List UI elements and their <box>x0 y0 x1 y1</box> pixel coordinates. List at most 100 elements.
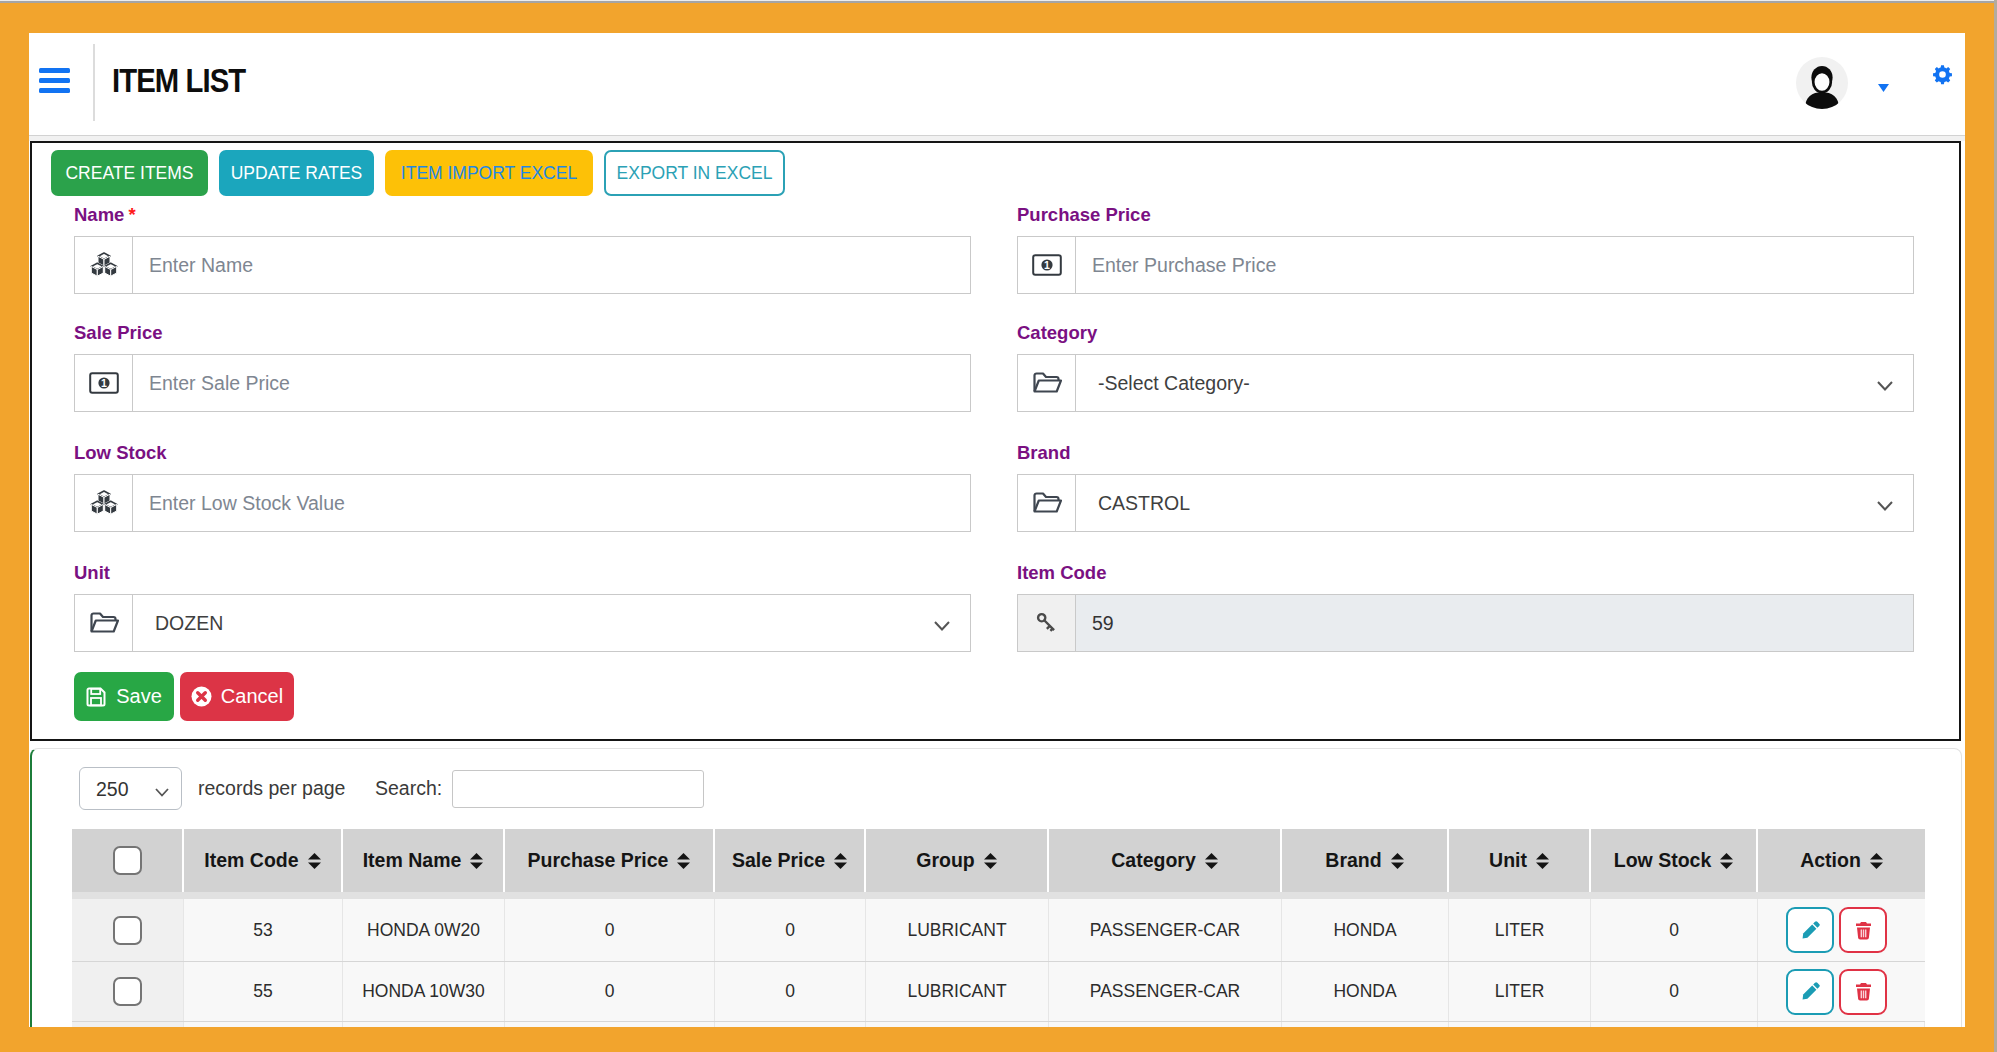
search-label: Search: <box>375 777 442 800</box>
cell-item-name: HONDA 0W20 <box>343 899 505 961</box>
sort-icon <box>308 853 321 869</box>
topbar: ITEM LIST <box>29 33 1965 135</box>
cell-sale-price: 0 <box>715 899 866 961</box>
item-import-excel-button[interactable]: ITEM IMPORT EXCEL <box>385 150 593 196</box>
search-input[interactable] <box>452 770 704 808</box>
table-row: 55 HONDA 10W30 0 0 LUBRICANT PASSENGER-C… <box>72 962 1925 1022</box>
cell-brand: HONDA <box>1282 899 1449 961</box>
table-row: 53 HONDA 0W20 0 0 LUBRICANT PASSENGER-CA… <box>72 899 1925 962</box>
cell-action <box>1758 962 1925 1021</box>
unit-select[interactable]: DOZEN <box>133 595 970 651</box>
cubes-icon <box>75 475 133 531</box>
topbar-divider <box>93 44 95 121</box>
item-code-group <box>1017 594 1914 652</box>
table-row-partial <box>72 1022 1925 1027</box>
update-rates-button[interactable]: UPDATE RATES <box>219 150 374 196</box>
edit-button[interactable] <box>1786 907 1834 953</box>
pencil-icon <box>1801 982 1820 1001</box>
name-label: Name* <box>74 204 136 226</box>
user-menu-caret-icon[interactable] <box>1878 78 1891 87</box>
create-items-button[interactable]: CREATE ITEMS <box>51 150 208 196</box>
column-header-item-name[interactable]: Item Name <box>343 829 505 892</box>
column-header-label: Item Name <box>363 849 462 872</box>
items-table-card: 250 records per page Search: Item Code I… <box>30 748 1962 1027</box>
column-header-action[interactable]: Action <box>1758 829 1925 892</box>
purchase-price-input-group: 1 <box>1017 236 1914 294</box>
column-header-label: Purchase Price <box>528 849 669 872</box>
category-select-group: -Select Category- <box>1017 354 1914 412</box>
save-button[interactable]: Save <box>74 672 174 721</box>
items-table: Item Code Item Name Purchase Price Sale … <box>72 829 1925 1027</box>
edit-button[interactable] <box>1786 969 1834 1015</box>
cell-stub <box>343 1022 505 1027</box>
sort-icon <box>1870 853 1883 869</box>
name-label-text: Name <box>74 204 124 225</box>
sale-price-input[interactable] <box>133 355 970 411</box>
column-header-brand[interactable]: Brand <box>1282 829 1449 892</box>
column-header-category[interactable]: Category <box>1049 829 1282 892</box>
cell-sale-price: 0 <box>715 962 866 1021</box>
select-all-checkbox[interactable] <box>113 846 142 875</box>
brand-select[interactable]: CASTROL <box>1076 475 1913 531</box>
delete-button[interactable] <box>1839 969 1887 1015</box>
purchase-price-input[interactable] <box>1076 237 1913 293</box>
sort-icon <box>470 853 483 869</box>
low-stock-input[interactable] <box>133 475 970 531</box>
column-header-item-code[interactable]: Item Code <box>184 829 343 892</box>
export-in-excel-button[interactable]: EXPORT IN EXCEL <box>604 150 785 196</box>
table-header-row: Item Code Item Name Purchase Price Sale … <box>72 829 1925 892</box>
cell-stub <box>505 1022 715 1027</box>
pencil-icon <box>1801 921 1820 940</box>
column-header-group[interactable]: Group <box>866 829 1049 892</box>
cell-stub <box>72 1022 184 1027</box>
cell-item-code: 53 <box>184 899 343 961</box>
cubes-icon <box>75 237 133 293</box>
cell-stub <box>715 1022 866 1027</box>
user-avatar[interactable] <box>1796 57 1848 109</box>
purchase-price-label: Purchase Price <box>1017 204 1151 226</box>
cell-low-stock: 0 <box>1591 962 1758 1021</box>
cell-action <box>1758 899 1925 961</box>
low-stock-label: Low Stock <box>74 442 167 464</box>
category-select[interactable]: -Select Category- <box>1076 355 1913 411</box>
row-checkbox[interactable] <box>113 977 142 1006</box>
sort-icon <box>677 853 690 869</box>
page-title: ITEM LIST <box>112 63 245 100</box>
person-icon <box>1796 57 1848 109</box>
cell-category: PASSENGER-CAR <box>1049 899 1282 961</box>
unit-select-group: DOZEN <box>74 594 971 652</box>
column-header-unit[interactable]: Unit <box>1449 829 1591 892</box>
save-label: Save <box>116 685 162 708</box>
select-all-header-cell <box>72 829 184 892</box>
cell-stub <box>1282 1022 1449 1027</box>
cell-item-name: HONDA 10W30 <box>343 962 505 1021</box>
name-input[interactable] <box>133 237 970 293</box>
sort-icon <box>1205 853 1218 869</box>
column-header-purchase-price[interactable]: Purchase Price <box>505 829 715 892</box>
column-header-label: Group <box>916 849 975 872</box>
sort-icon <box>984 853 997 869</box>
cell-brand: HONDA <box>1282 962 1449 1021</box>
low-stock-input-group <box>74 474 971 532</box>
cell-unit: LITER <box>1449 962 1591 1021</box>
sort-icon <box>834 853 847 869</box>
category-label: Category <box>1017 322 1097 344</box>
settings-gear-icon[interactable] <box>1932 64 1953 85</box>
delete-button[interactable] <box>1839 907 1887 953</box>
cell-group: LUBRICANT <box>866 899 1049 961</box>
column-header-low-stock[interactable]: Low Stock <box>1591 829 1758 892</box>
sale-price-input-group: 1 <box>74 354 971 412</box>
menu-icon[interactable] <box>39 68 70 93</box>
row-checkbox[interactable] <box>113 916 142 945</box>
column-header-label: Category <box>1111 849 1196 872</box>
item-code-value <box>1076 595 1913 651</box>
column-header-label: Brand <box>1325 849 1381 872</box>
brand-select-group: CASTROL <box>1017 474 1914 532</box>
column-header-sale-price[interactable]: Sale Price <box>715 829 866 892</box>
records-per-page-select[interactable]: 250 <box>79 767 182 810</box>
cell-stub <box>184 1022 343 1027</box>
column-header-label: Unit <box>1489 849 1527 872</box>
cancel-button[interactable]: Cancel <box>180 672 294 721</box>
column-header-label: Action <box>1800 849 1861 872</box>
money-bill-icon: 1 <box>1018 237 1076 293</box>
